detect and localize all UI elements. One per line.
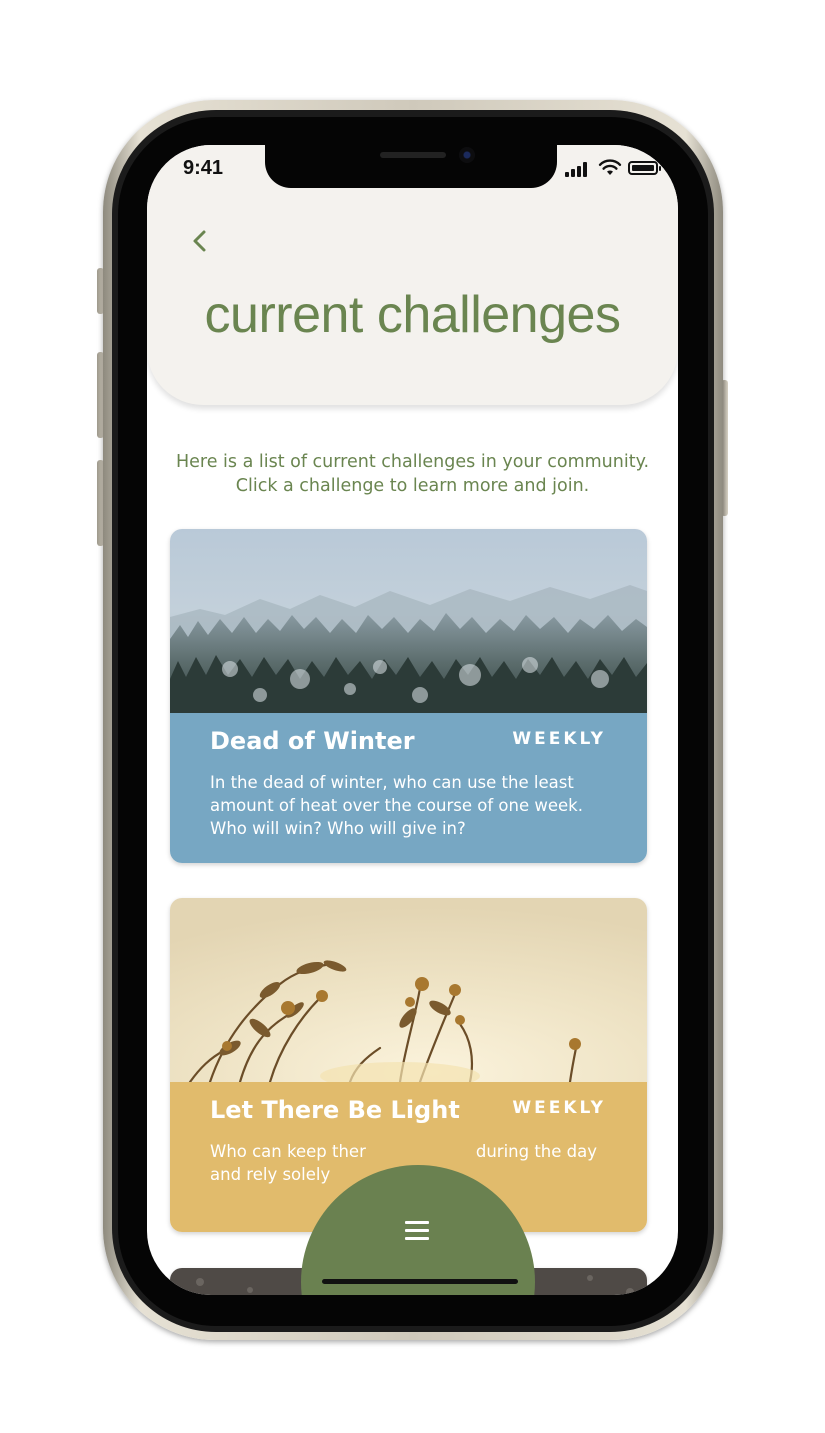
challenge-title: Let There Be Light [210,1096,460,1124]
wifi-icon [598,159,622,175]
challenge-image-forest [170,529,647,713]
speaker-grille [380,152,446,158]
phone-screen: 9:41 current challenges Here is a list o… [147,145,678,1295]
status-icons [565,159,665,179]
frequency-badge: WEEKLY [512,729,606,749]
challenge-title: Dead of Winter [210,727,415,755]
chevron-left-icon[interactable] [187,225,215,257]
notch [265,145,557,188]
status-time: 9:41 [183,157,224,179]
challenge-card-dead-of-winter[interactable]: Dead of Winter WEEKLY In the dead of win… [170,529,647,863]
hamburger-menu-icon[interactable] [405,1221,429,1241]
intro-text: Here is a list of current challenges in … [167,450,658,498]
frequency-badge: WEEKLY [512,1098,606,1118]
challenge-card-body: Dead of Winter WEEKLY In the dead of win… [170,713,647,863]
intro-line-2: Click a challenge to learn more and join… [235,476,590,496]
cellular-signal-icon [565,161,593,177]
front-camera-icon [459,147,475,163]
battery-icon [628,161,661,175]
intro-line-1: Here is a list of current challenges in … [175,452,650,472]
challenge-image-wildflowers [170,898,647,1082]
page-title: current challenges [204,286,621,344]
challenge-description-line-1: Who can keep ther during the day [210,1142,598,1161]
challenge-description: In the dead of winter, who can use the l… [210,773,583,838]
home-indicator[interactable] [322,1279,518,1284]
